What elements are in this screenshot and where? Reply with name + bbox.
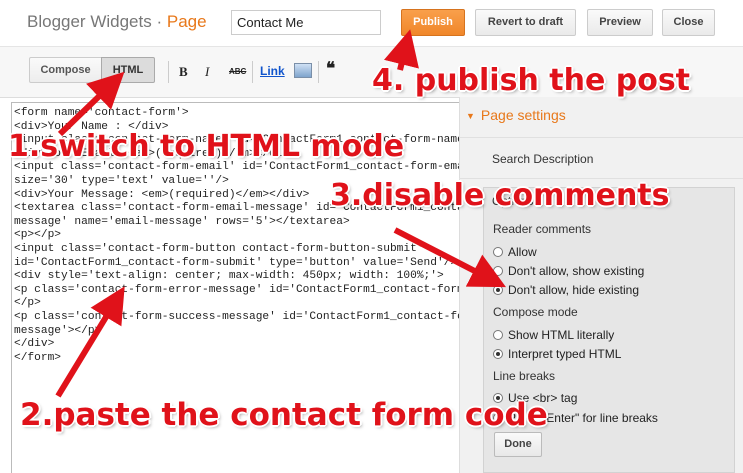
section-label: Page	[166, 12, 207, 31]
radio-icon[interactable]	[493, 247, 503, 257]
annotation-step-4: 4. publish the post	[372, 63, 691, 98]
comments-show-existing-option[interactable]: Don't allow, show existing	[493, 264, 644, 278]
html-mode-button[interactable]: HTML	[101, 57, 155, 83]
italic-icon[interactable]: I	[205, 64, 209, 80]
publish-button[interactable]: Publish	[401, 9, 465, 36]
annotation-step-1: 1.switch to HTML mode	[8, 129, 405, 164]
done-button[interactable]: Done	[494, 432, 542, 457]
search-description-item[interactable]: Search Description	[492, 152, 593, 166]
top-bar: Blogger Widgets · Page Publish Revert to…	[0, 0, 743, 47]
option-label: Interpret typed HTML	[508, 347, 622, 361]
show-html-literally-option[interactable]: Show HTML literally	[493, 328, 614, 342]
link-button[interactable]: Link	[260, 64, 285, 78]
preview-button[interactable]: Preview	[587, 9, 653, 36]
reader-comments-heading: Reader comments	[493, 222, 592, 236]
option-label: Don't allow, hide existing	[508, 283, 640, 297]
comments-allow-option[interactable]: Allow	[493, 245, 537, 259]
radio-selected-icon[interactable]	[493, 349, 503, 359]
breadcrumb-separator: ·	[156, 12, 163, 31]
toolbar-divider	[252, 61, 253, 83]
revert-to-draft-button[interactable]: Revert to draft	[475, 9, 576, 36]
blog-breadcrumb: Blogger Widgets · Page	[27, 12, 207, 32]
compose-mode-button[interactable]: Compose	[29, 57, 102, 83]
toolbar-divider	[168, 61, 169, 83]
radio-icon[interactable]	[493, 266, 503, 276]
option-label: Don't allow, show existing	[508, 264, 645, 278]
option-label: Allow	[508, 245, 537, 259]
image-icon[interactable]	[294, 63, 312, 78]
close-button[interactable]: Close	[662, 9, 715, 36]
toolbar-divider	[318, 61, 319, 83]
bold-icon[interactable]: B	[179, 64, 188, 80]
comments-hide-existing-option[interactable]: Don't allow, hide existing	[493, 283, 639, 297]
triangle-down-icon: ▼	[466, 111, 475, 121]
strikethrough-icon[interactable]: ABC	[229, 67, 246, 76]
page-settings-header[interactable]: ▼ Page settings	[466, 107, 566, 123]
annotation-step-3: 3.disable comments	[330, 178, 670, 213]
line-breaks-heading: Line breaks	[493, 369, 556, 383]
quote-icon[interactable]: ❝	[326, 59, 335, 79]
compose-mode-heading: Compose mode	[493, 305, 578, 319]
annotation-step-2: 2.paste the contact form code	[20, 397, 548, 433]
radio-icon[interactable]	[493, 330, 503, 340]
interpret-html-option[interactable]: Interpret typed HTML	[493, 347, 621, 361]
radio-selected-icon[interactable]	[493, 285, 503, 295]
sidebar-divider	[459, 137, 743, 138]
page-settings-label: Page settings	[480, 107, 566, 123]
page-title-input[interactable]	[231, 10, 381, 35]
blog-name[interactable]: Blogger Widgets	[27, 12, 152, 31]
option-label: Show HTML literally	[508, 328, 615, 342]
